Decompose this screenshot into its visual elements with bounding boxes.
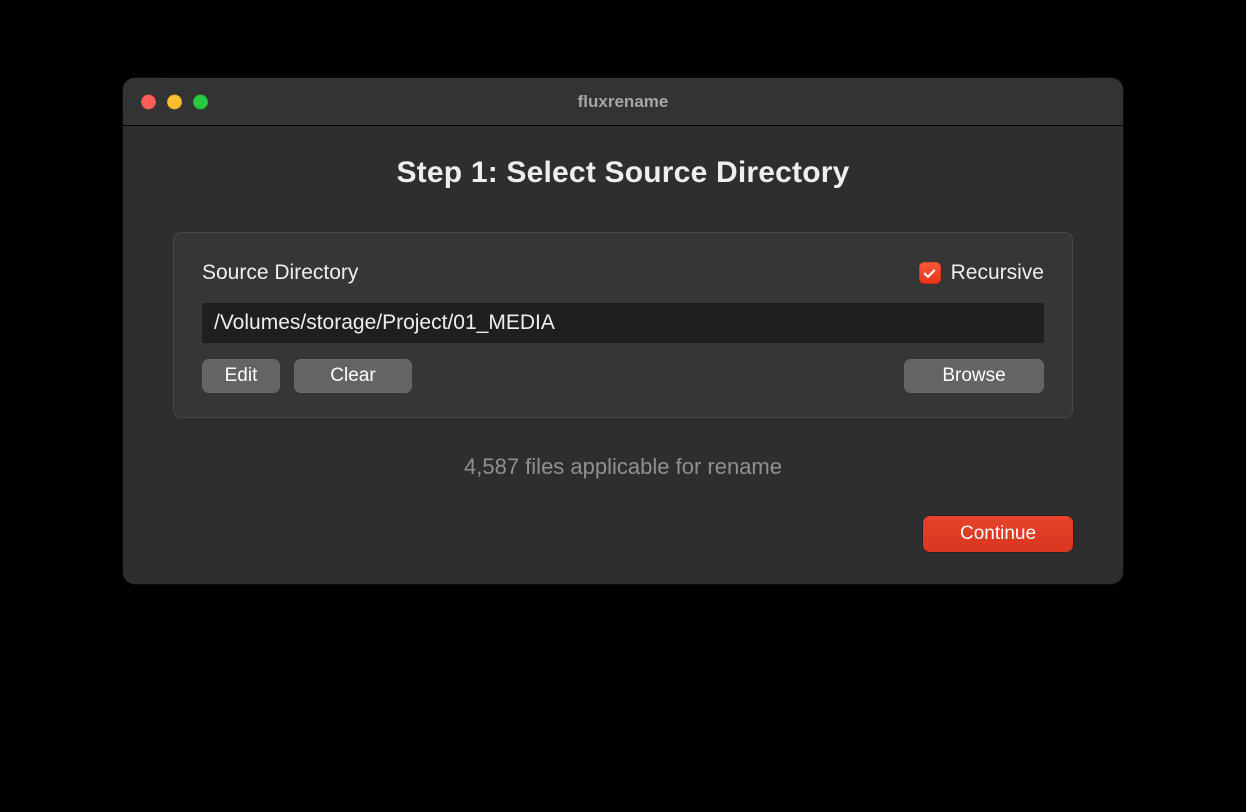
source-directory-label: Source Directory: [202, 261, 358, 285]
continue-button[interactable]: Continue: [923, 516, 1073, 552]
source-directory-input[interactable]: [202, 303, 1044, 343]
panel-header-row: Source Directory Recursive: [202, 261, 1044, 285]
panel-button-row: Edit Clear Browse: [202, 359, 1044, 393]
traffic-lights: [141, 94, 208, 109]
app-window: fluxrename Step 1: Select Source Directo…: [123, 78, 1123, 584]
close-window-button[interactable]: [141, 94, 156, 109]
edit-button[interactable]: Edit: [202, 359, 280, 393]
checkmark-icon: [922, 266, 937, 281]
recursive-checkbox[interactable]: [919, 262, 941, 284]
window-content: Step 1: Select Source Directory Source D…: [123, 126, 1123, 584]
browse-button[interactable]: Browse: [904, 359, 1044, 393]
recursive-option[interactable]: Recursive: [919, 261, 1044, 285]
source-directory-panel: Source Directory Recursive Edit Clear Br…: [173, 232, 1073, 418]
window-title: fluxrename: [123, 92, 1123, 112]
status-text: 4,587 files applicable for rename: [173, 454, 1073, 480]
titlebar: fluxrename: [123, 78, 1123, 126]
minimize-window-button[interactable]: [167, 94, 182, 109]
footer-row: Continue: [173, 516, 1073, 552]
maximize-window-button[interactable]: [193, 94, 208, 109]
clear-button[interactable]: Clear: [294, 359, 412, 393]
recursive-label: Recursive: [951, 261, 1044, 285]
step-heading: Step 1: Select Source Directory: [173, 156, 1073, 190]
